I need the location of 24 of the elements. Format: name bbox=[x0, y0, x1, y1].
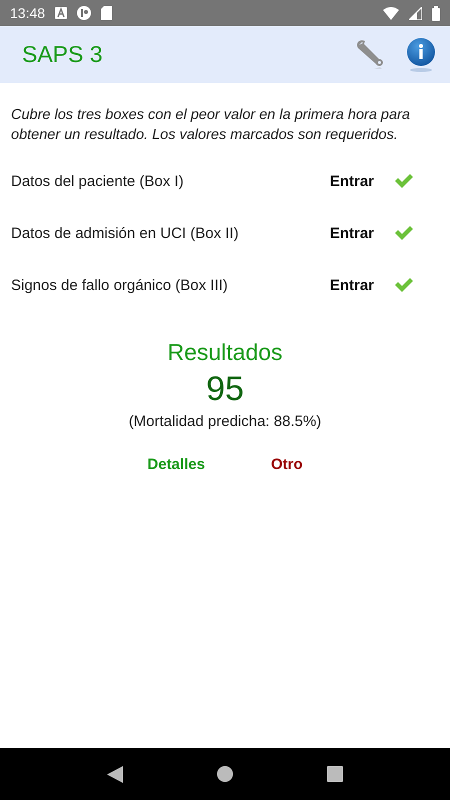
box-label: Datos de admisión en UCI (Box II) bbox=[11, 224, 240, 242]
details-button[interactable]: Detalles bbox=[147, 452, 205, 477]
notification-icon bbox=[77, 6, 92, 20]
sd-card-icon bbox=[101, 6, 112, 20]
wrench-icon[interactable] bbox=[356, 38, 386, 70]
results-title: Resultados bbox=[167, 339, 283, 366]
battery-icon bbox=[432, 6, 440, 20]
instructions-text: Cubre los tres boxes con el peor valor en la primera hora para obtener un resultado. Los valores marcados son requeridos. bbox=[11, 106, 411, 145]
home-icon[interactable] bbox=[217, 766, 233, 782]
enter-button[interactable]: Entrar bbox=[324, 272, 380, 298]
notification-icon bbox=[55, 7, 68, 19]
enter-button[interactable]: Entrar bbox=[324, 220, 380, 246]
back-icon[interactable] bbox=[107, 766, 123, 782]
mortality-text: (Mortalidad predicha: 88.5%) bbox=[128, 413, 322, 430]
wifi-icon bbox=[383, 6, 399, 20]
score-value: 95 bbox=[206, 370, 244, 409]
status-time: 13:48 bbox=[10, 5, 46, 21]
box-label: Datos del paciente (Box I) bbox=[11, 172, 185, 190]
box-label: Signos de fallo orgánico (Box III) bbox=[11, 276, 229, 294]
signal-icon bbox=[409, 6, 422, 20]
other-button[interactable]: Otro bbox=[270, 452, 303, 477]
enter-button[interactable]: Entrar bbox=[324, 168, 380, 194]
info-icon[interactable] bbox=[406, 38, 436, 72]
app-title: SAPS 3 bbox=[22, 41, 104, 68]
